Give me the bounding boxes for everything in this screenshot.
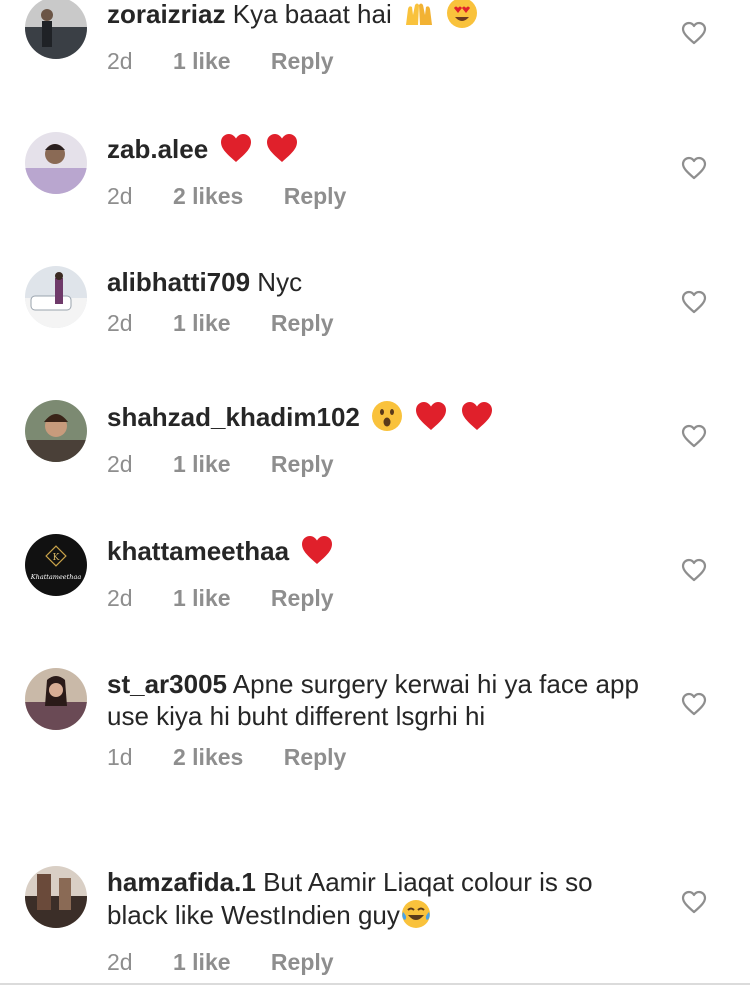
like-heart-icon[interactable] bbox=[681, 558, 707, 582]
comment-time: 2d bbox=[107, 310, 133, 336]
comment-meta: 2d 1 like Reply bbox=[107, 583, 647, 613]
comment-text: shahzad_khadim102 bbox=[107, 400, 647, 439]
like-heart-icon[interactable] bbox=[681, 890, 707, 914]
comment-username[interactable]: st_ar3005 bbox=[107, 669, 227, 699]
like-heart-icon[interactable] bbox=[681, 290, 707, 314]
raised-hands-emoji-icon bbox=[403, 0, 435, 36]
reply-button[interactable]: Reply bbox=[271, 46, 334, 76]
avatar[interactable] bbox=[25, 0, 87, 59]
like-heart-icon[interactable] bbox=[681, 424, 707, 448]
comment-time: 2d bbox=[107, 585, 133, 611]
comment-time: 2d bbox=[107, 451, 133, 477]
reply-button[interactable]: Reply bbox=[271, 583, 334, 613]
comment-text: khattameethaa bbox=[107, 534, 647, 573]
reply-button[interactable]: Reply bbox=[284, 742, 347, 772]
comment-meta: 2d 1 like Reply bbox=[107, 308, 647, 338]
comment-meta: 2d 2 likes Reply bbox=[107, 181, 647, 211]
avatar[interactable] bbox=[25, 132, 87, 194]
heart-eyes-emoji-icon bbox=[446, 0, 478, 36]
comment-time: 1d bbox=[107, 744, 133, 770]
astonished-face-emoji-icon bbox=[371, 400, 403, 439]
red-heart-emoji-icon bbox=[219, 132, 253, 171]
comment-username[interactable]: hamzafida.1 bbox=[107, 867, 256, 897]
comment-meta: 2d 1 like Reply bbox=[107, 947, 647, 977]
avatar[interactable] bbox=[25, 266, 87, 328]
comment-likes[interactable]: 2 likes bbox=[173, 181, 243, 211]
avatar-logo-letter: K bbox=[53, 553, 60, 563]
red-heart-emoji-icon bbox=[300, 534, 334, 573]
comment-username[interactable]: alibhatti709 bbox=[107, 267, 250, 297]
comment-text: zab.alee bbox=[107, 132, 647, 171]
like-heart-icon[interactable] bbox=[681, 21, 707, 45]
red-heart-emoji-icon bbox=[265, 132, 299, 171]
like-heart-icon[interactable] bbox=[681, 692, 707, 716]
tears-of-joy-emoji-icon bbox=[400, 898, 432, 937]
comment-username[interactable]: khattameethaa bbox=[107, 536, 289, 566]
comment-likes[interactable]: 1 like bbox=[173, 308, 231, 338]
comment-text: st_ar3005 Apne surgery kerwai hi ya face… bbox=[107, 668, 647, 732]
comment-likes[interactable]: 1 like bbox=[173, 449, 231, 479]
avatar[interactable]: K Khattameethaa bbox=[25, 534, 87, 596]
comment-meta: 2d 1 like Reply bbox=[107, 449, 647, 479]
reply-button[interactable]: Reply bbox=[271, 449, 334, 479]
like-heart-icon[interactable] bbox=[681, 156, 707, 180]
reply-button[interactable]: Reply bbox=[271, 947, 334, 977]
reply-button[interactable]: Reply bbox=[271, 308, 334, 338]
comment-time: 2d bbox=[107, 48, 133, 74]
comment-text: alibhatti709 Nyc bbox=[107, 266, 647, 298]
reply-button[interactable]: Reply bbox=[284, 181, 347, 211]
comment-username[interactable]: shahzad_khadim102 bbox=[107, 402, 360, 432]
avatar-logo-text: Khattameethaa bbox=[30, 573, 82, 581]
comment-text: zoraizriaz Kya baaat hai bbox=[107, 0, 647, 36]
comment-text: hamzafida.1 But Aamir Liaqat colour is s… bbox=[107, 866, 647, 937]
comment-likes[interactable]: 2 likes bbox=[173, 742, 243, 772]
comment-meta: 1d 2 likes Reply bbox=[107, 742, 647, 772]
avatar[interactable] bbox=[25, 866, 87, 928]
comment-likes[interactable]: 1 like bbox=[173, 583, 231, 613]
comment-message: Kya baaat hai bbox=[232, 0, 392, 29]
red-heart-emoji-icon bbox=[460, 400, 494, 439]
avatar[interactable] bbox=[25, 668, 87, 730]
comment-likes[interactable]: 1 like bbox=[173, 46, 231, 76]
comment-meta: 2d 1 like Reply bbox=[107, 46, 647, 76]
comment-likes[interactable]: 1 like bbox=[173, 947, 231, 977]
comment-username[interactable]: zoraizriaz bbox=[107, 0, 226, 29]
comment-time: 2d bbox=[107, 949, 133, 975]
comment-message: Nyc bbox=[257, 267, 303, 297]
comment-time: 2d bbox=[107, 183, 133, 209]
comment-username[interactable]: zab.alee bbox=[107, 134, 208, 164]
avatar[interactable] bbox=[25, 400, 87, 462]
red-heart-emoji-icon bbox=[414, 400, 448, 439]
